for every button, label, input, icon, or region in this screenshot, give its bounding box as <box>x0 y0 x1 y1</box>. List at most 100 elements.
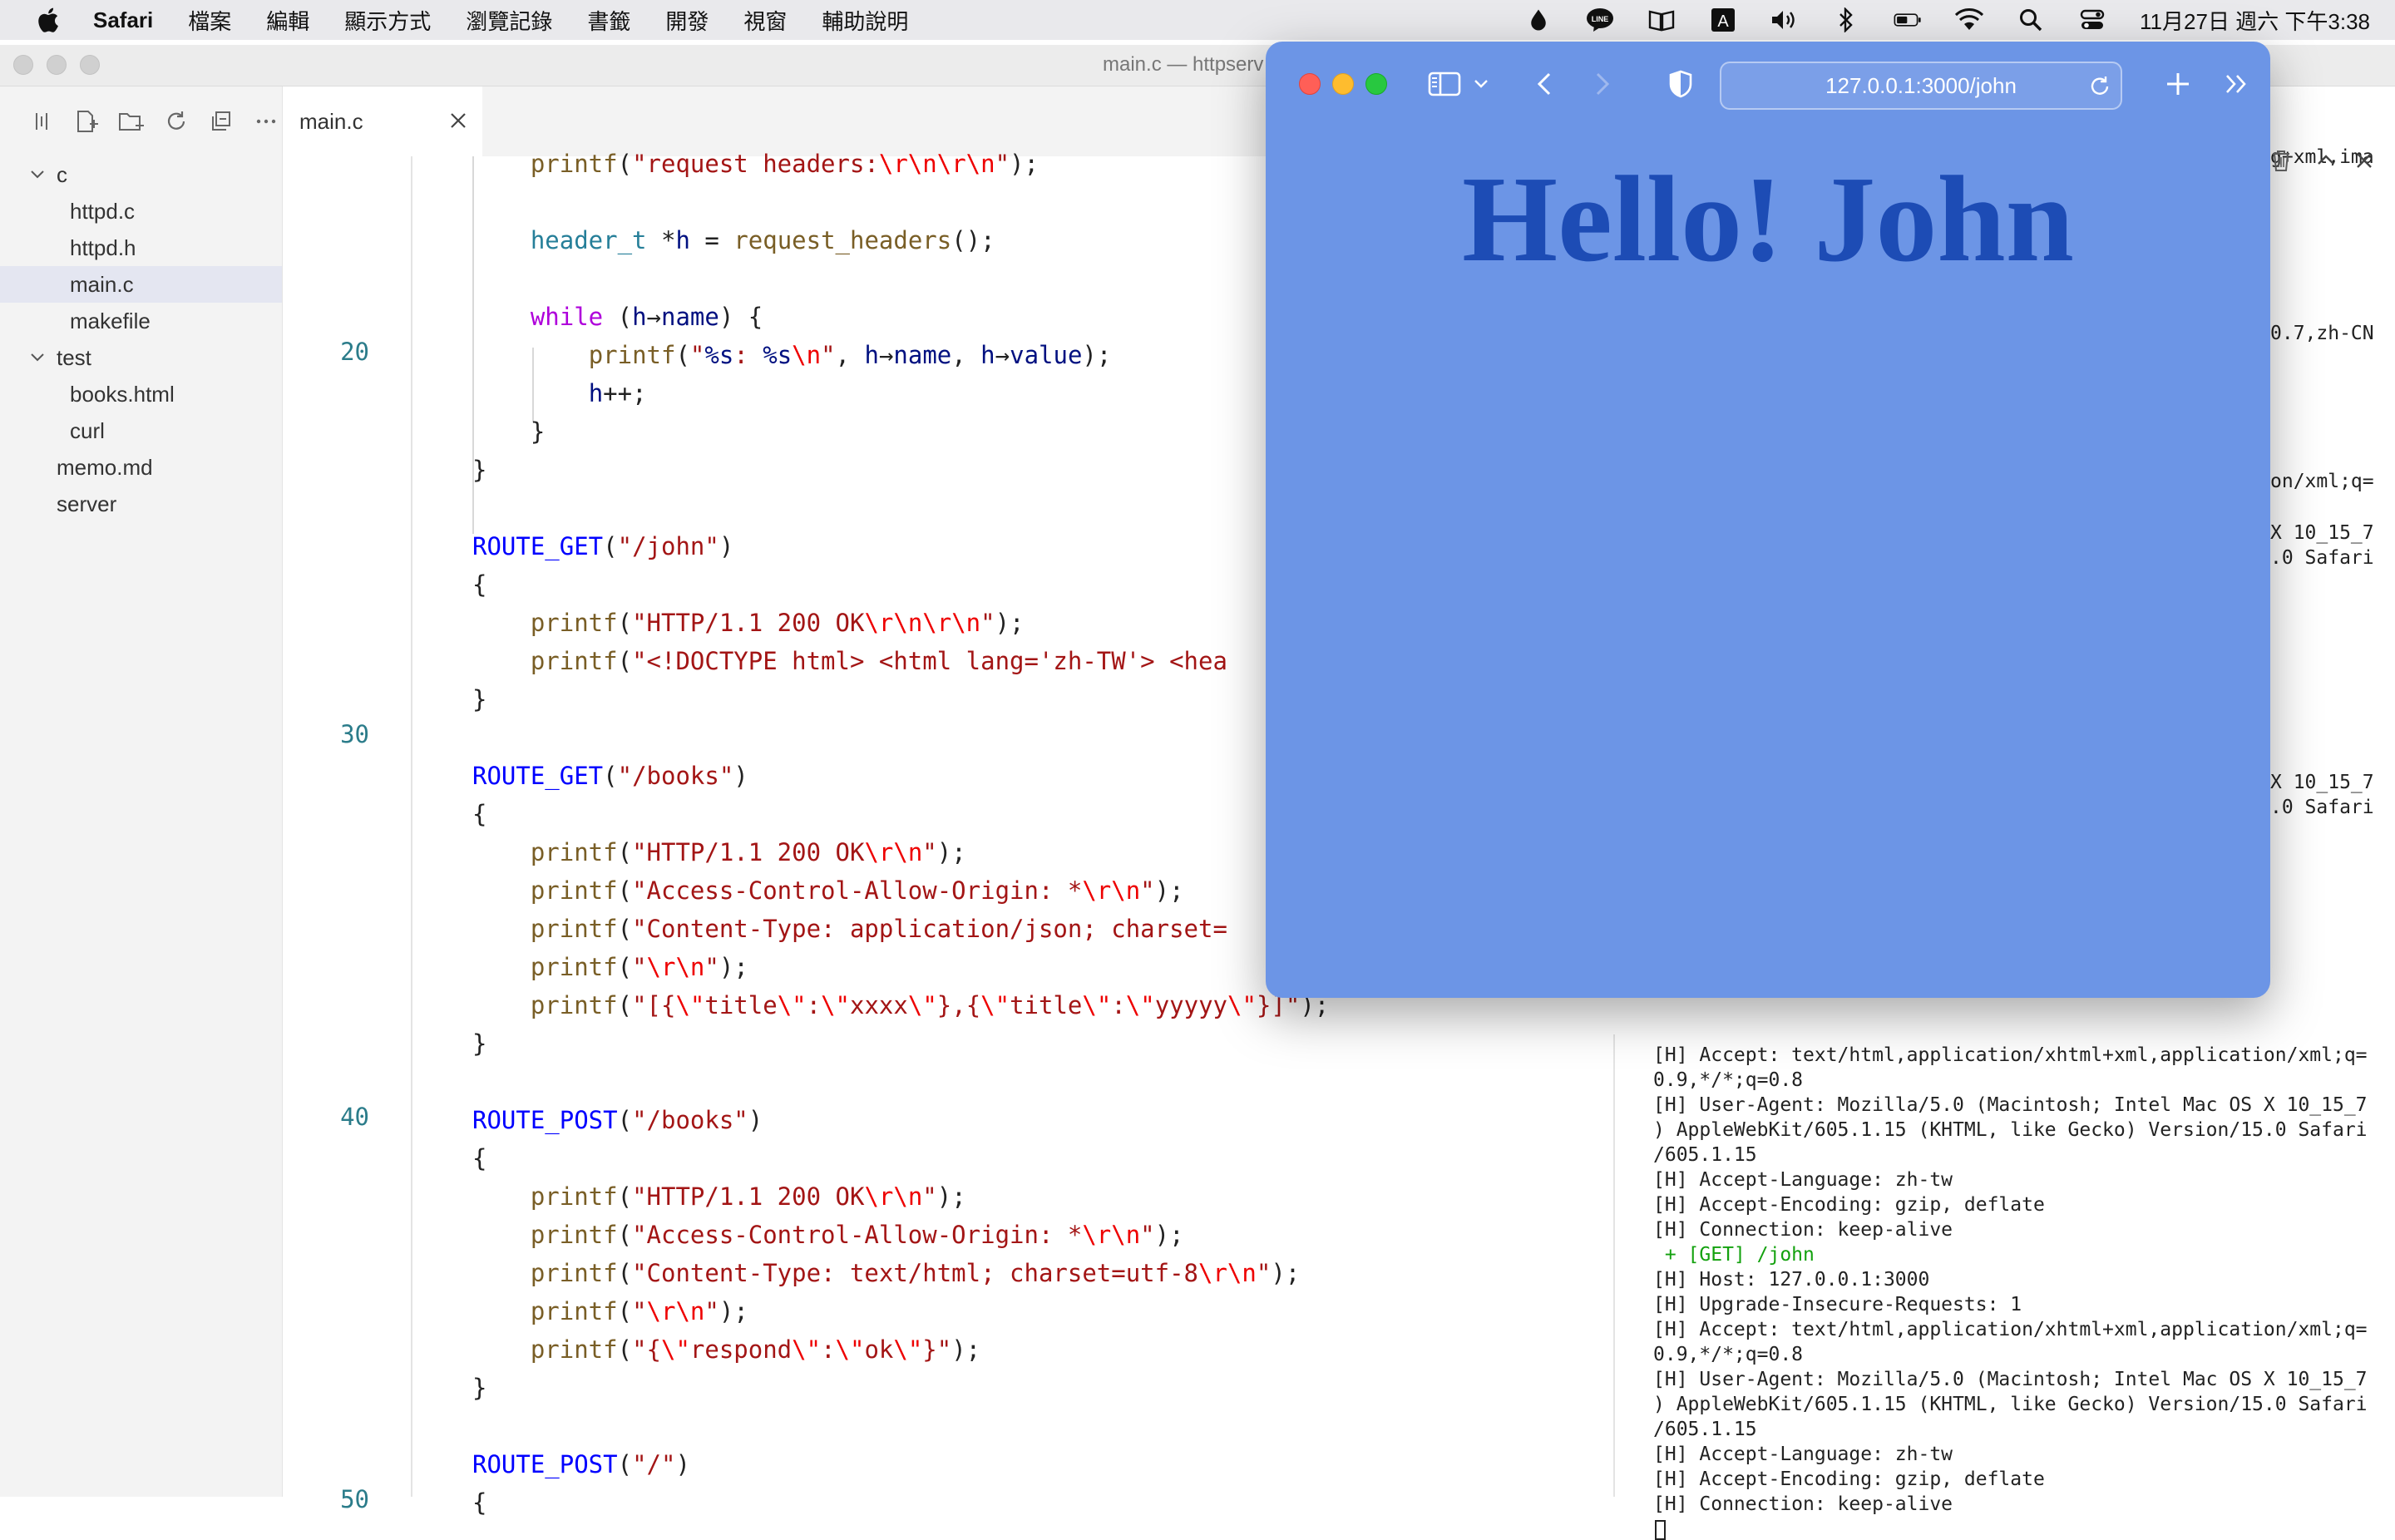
tree-file[interactable]: books.html <box>0 376 282 412</box>
sidebar-toggle-icon[interactable] <box>1425 65 1464 103</box>
explorer-toolbar <box>0 86 282 156</box>
code-token: ); <box>718 953 748 981</box>
code-token: → <box>646 303 662 331</box>
menu-app-safari[interactable]: Safari <box>93 7 153 33</box>
new-tab-icon[interactable] <box>2159 65 2197 103</box>
input-method-icon[interactable]: A <box>1709 7 1737 33</box>
menu-window[interactable]: 視窗 <box>743 5 787 36</box>
close-icon[interactable] <box>449 111 467 130</box>
code-token: "/books" <box>617 762 734 790</box>
chevron-down-icon[interactable] <box>1469 65 1494 103</box>
code-token: → <box>995 341 1010 369</box>
battery-icon[interactable] <box>1894 7 1922 33</box>
tree-file[interactable]: httpd.h <box>0 230 282 266</box>
collapse-all-icon[interactable] <box>208 108 235 135</box>
address-bar[interactable]: 127.0.0.1:3000/john <box>1720 62 2122 110</box>
privacy-shield-icon[interactable] <box>1662 65 1700 103</box>
apple-menu-icon[interactable] <box>33 4 65 36</box>
tree-file[interactable]: curl <box>0 412 282 449</box>
menu-edit[interactable]: 編輯 <box>266 5 309 36</box>
code-token: "HTTP/1.1 200 OK <box>632 838 865 866</box>
code-token: \n <box>792 341 822 369</box>
code-token: } <box>472 456 487 484</box>
code-token: ( <box>617 1106 633 1134</box>
forward-button-icon[interactable] <box>1583 65 1622 103</box>
code-line: printf("<!DOCTYPE html> <html lang='zh-T… <box>472 642 1227 680</box>
bluetooth-icon[interactable] <box>1832 7 1860 33</box>
file-explorer: c httpd.c httpd.h main.c makefile test books.h… <box>0 86 283 1497</box>
code-token: " <box>980 609 995 637</box>
code-token: \" <box>1125 991 1155 1019</box>
code-line: printf("%s: %s\n", h→name, h→value); <box>472 336 1112 374</box>
editor-window-title: main.c — httpserv <box>1103 53 1264 76</box>
more-actions-icon[interactable] <box>253 108 279 135</box>
drop-icon[interactable] <box>1524 7 1553 33</box>
menu-history[interactable]: 瀏覽記錄 <box>466 5 552 36</box>
tree-item-label: makefile <box>70 308 151 333</box>
safari-close-button[interactable] <box>1299 73 1321 95</box>
menu-file[interactable]: 檔案 <box>188 5 231 36</box>
volume-icon[interactable] <box>1770 7 1799 33</box>
menu-help[interactable]: 輔助說明 <box>822 5 908 36</box>
refresh-icon[interactable] <box>163 108 190 135</box>
spotlight-search-icon[interactable] <box>2017 7 2045 33</box>
code-token: ); <box>936 1182 966 1211</box>
wifi-icon[interactable] <box>1955 7 1984 33</box>
tree-folder[interactable]: c <box>0 156 282 193</box>
tree-file[interactable]: makefile <box>0 303 282 339</box>
tree-file[interactable]: main.c <box>0 266 282 303</box>
reload-icon[interactable] <box>2087 74 2112 99</box>
tree-folder[interactable]: test <box>0 339 282 376</box>
more-toolbar-items-icon[interactable] <box>2217 65 2255 103</box>
editor-close-button[interactable] <box>13 55 33 75</box>
menubar-clock[interactable]: 11月27日 週六 下午3:38 <box>2140 5 2370 36</box>
collapse-tree-icon[interactable] <box>28 108 55 135</box>
chevron-up-icon[interactable] <box>2314 148 2338 173</box>
menu-view[interactable]: 顯示方式 <box>344 5 431 36</box>
code-token: ROUTE_GET <box>472 532 604 560</box>
code-token: value <box>1010 341 1083 369</box>
editor-window-controls <box>13 55 100 75</box>
code-token: ( <box>617 1450 633 1478</box>
chevron-down-icon[interactable] <box>28 348 47 367</box>
tab-main-c[interactable]: main.c <box>283 86 482 156</box>
menu-bookmarks[interactable]: 書籤 <box>587 5 630 36</box>
new-file-icon[interactable] <box>73 108 100 135</box>
url-text: 127.0.0.1:3000/john <box>1825 72 2017 98</box>
tree-file[interactable]: memo.md <box>0 449 282 486</box>
code-token: ( <box>617 991 633 1019</box>
control-center-icon[interactable] <box>2078 7 2106 33</box>
trash-icon[interactable] <box>2269 148 2294 173</box>
back-button-icon[interactable] <box>1525 65 1563 103</box>
terminal-fragment: .0 Safari <box>2270 797 2374 818</box>
tree-file[interactable]: httpd.c <box>0 193 282 230</box>
code-line: ROUTE_GET("/john") <box>472 527 733 565</box>
code-token: ) <box>675 1450 690 1478</box>
book-icon[interactable] <box>1647 7 1676 33</box>
safari-minimize-button[interactable] <box>1332 73 1354 95</box>
menu-develop[interactable]: 開發 <box>665 5 709 36</box>
code-token: , <box>951 341 981 369</box>
tree-item-label: test <box>57 344 91 370</box>
editor-minimize-button[interactable] <box>47 55 67 75</box>
close-icon[interactable] <box>2352 148 2377 173</box>
safari-zoom-button[interactable] <box>1365 73 1387 95</box>
tree-file[interactable]: server <box>0 486 282 522</box>
terminal-output[interactable]: [H] Accept: text/html,application/xhtml+… <box>1653 1034 2385 1540</box>
terminal-line: [H] Accept-Language: zh-tw <box>1653 1444 1953 1465</box>
line-icon[interactable]: LINE <box>1586 7 1614 33</box>
code-line: ROUTE_POST("/books") <box>472 1101 763 1139</box>
editor-zoom-button[interactable] <box>80 55 100 75</box>
new-folder-icon[interactable] <box>118 108 145 135</box>
chevron-down-icon[interactable] <box>28 165 47 184</box>
tree-item-label: httpd.h <box>70 234 136 260</box>
code-token: \" <box>661 1335 690 1364</box>
code-line: } <box>472 680 486 718</box>
